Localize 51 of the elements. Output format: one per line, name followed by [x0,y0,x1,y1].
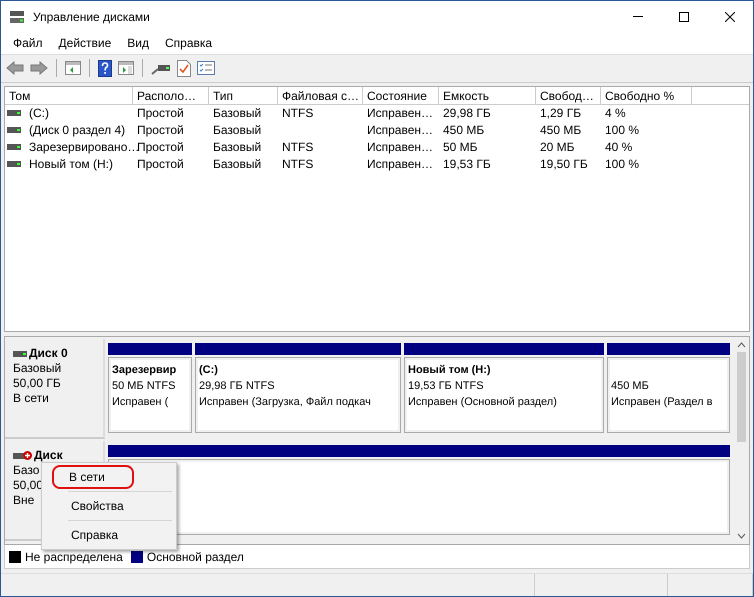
table-cell-text: Новый том (H:) [28,157,113,172]
legend-label: Основной раздел [146,550,244,564]
table-cell-text: Исправен… [366,106,434,120]
table-cell-text: Простой [136,157,185,172]
table-cell-text: Базовый [212,123,262,138]
disk-name: Диск [34,448,63,464]
table-cell-text: Исправен… [366,123,434,138]
table-cell-text: 1,29 ГБ [539,106,582,120]
partition-name: (C:) [199,363,219,378]
partition-size: 450 МБ [611,379,650,394]
table-cell-text: Исправен… [366,157,434,172]
table-cell-text: Простой [136,123,185,138]
table-cell-text: 4 % [604,106,627,120]
table-cell-text: NTFS [281,140,314,154]
partition-status: Исправен ( [112,395,170,410]
legend-label: Не распределена [25,550,123,564]
table-cell-text: 19,50 ГБ [539,157,589,172]
table-cell-text: Простой [136,106,185,120]
disk-info: Базо [13,463,40,478]
table-cell-text: 50 МБ [442,140,479,154]
partition-status: Исправен (Основной раздел) [408,395,558,410]
table-cell-text: 450 МБ [539,123,582,138]
partition-status: Исправен (Раздел в [611,395,714,410]
table-cell-text: 100 % [604,157,640,172]
table-cell-text: 450 МБ [442,123,486,138]
partition-name: Новый том (H:) [408,363,492,378]
disk-info: Базовый [13,361,62,376]
partition-size: 19,53 ГБ NTFS [408,379,485,394]
window-title: Управление дисками [33,10,150,24]
table-cell-text: 100 % [604,123,640,138]
table-cell-text: Базовый [212,106,262,120]
partition-status: Исправен (Загрузка, Файл подкач [199,395,372,410]
table-cell-text: 29,98 ГБ [442,106,492,120]
table-cell-text: (C:) [28,106,49,120]
table-cell-text: 19,53 ГБ [442,157,492,172]
table-cell-text: NTFS [281,106,314,120]
table-cell-text: Базовый [212,157,262,172]
partition-size: 50 МБ NTFS [112,379,176,394]
table-cell-text: 20 МБ [539,140,576,154]
table-cell-text: Зарезервировано… [28,140,140,154]
table-cell-text: NTFS [281,157,314,172]
partition-size: 29,98 ГБ NTFS [199,379,276,394]
table-cell-text: Базовый [212,140,262,154]
partition-name: Зарезервир [112,363,178,378]
table-cell-text: (Диск 0 раздел 4) [28,123,126,138]
table-cell-text: 40 % [604,140,634,154]
disk-info: В сети [13,391,49,406]
disk-info: Вне [13,493,34,508]
disk-name: Диск 0 [29,346,68,362]
disk-info: 50,00 ГБ [13,376,61,392]
table-cell-text: Исправен… [366,140,434,154]
